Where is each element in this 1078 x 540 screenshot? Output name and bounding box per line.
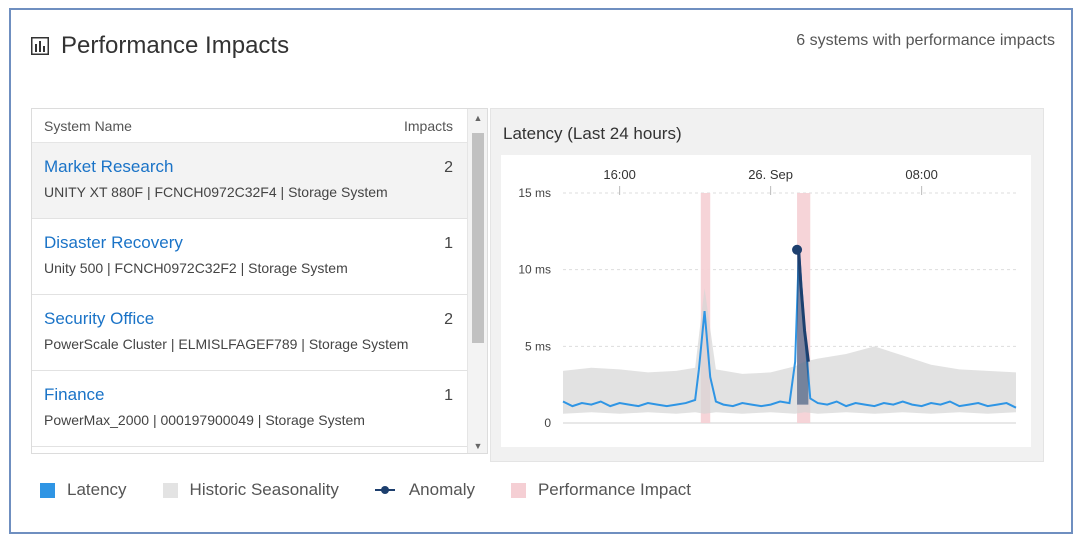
latency-chart-panel: Latency (Last 24 hours) 0 5 ms 10 ms 15 ms 1… [490, 108, 1044, 462]
card-header: Performance Impacts [31, 32, 289, 60]
list-item[interactable]: Finance PowerMax_2000 | 000197900049 | S… [32, 371, 487, 447]
impact-count: 1 [444, 387, 453, 404]
x-tick-label: 08:00 [905, 167, 938, 182]
y-tick-label: 10 ms [518, 263, 551, 277]
x-tick-label: 16:00 [603, 167, 636, 182]
latency-chart[interactable]: 0 5 ms 10 ms 15 ms 16:00 26. Sep 08:00 [501, 155, 1031, 447]
anomaly-marker-icon [374, 483, 395, 497]
impact-count: 1 [444, 235, 453, 252]
legend-label-latency: Latency [67, 480, 127, 499]
system-details: PowerMax_2000 | 000197900049 | Storage S… [44, 412, 365, 428]
legend-seasonality[interactable]: Historic Seasonality [162, 480, 339, 500]
anomaly-point [792, 244, 803, 255]
impact-count: 2 [444, 159, 453, 176]
system-name-link[interactable]: Disaster Recovery [44, 233, 475, 253]
list-scrollbar[interactable]: ▲ ▼ [467, 109, 487, 453]
column-header-impacts[interactable]: Impacts [404, 118, 453, 134]
legend-label-impact: Performance Impact [537, 480, 692, 499]
chart-title: Latency (Last 24 hours) [503, 124, 682, 143]
legend-latency[interactable]: Latency [40, 480, 127, 500]
scroll-down-arrow-icon[interactable]: ▼ [468, 437, 487, 453]
bar-chart-icon [31, 37, 49, 55]
y-tick-label: 15 ms [518, 186, 551, 200]
system-name-link[interactable]: Security Office [44, 309, 475, 329]
legend-anomaly[interactable]: Anomaly [374, 480, 475, 500]
impact-summary: 6 systems with performance impacts [796, 32, 1055, 49]
system-details: Unity 500 | FCNCH0972C32F2 | Storage Sys… [44, 260, 348, 276]
system-name-link[interactable]: Finance [44, 385, 475, 405]
impact-swatch [510, 482, 526, 498]
system-details: UNITY XT 880F | FCNCH0972C32F4 | Storage… [44, 184, 388, 200]
scroll-thumb[interactable] [472, 133, 484, 343]
list-item[interactable]: Security Office PowerScale Cluster | ELM… [32, 295, 487, 371]
system-details: PowerScale Cluster | ELMISLFAGEF789 | St… [44, 336, 409, 352]
scroll-up-arrow-icon[interactable]: ▲ [468, 109, 487, 127]
legend-impact[interactable]: Performance Impact [510, 480, 692, 500]
chart-legend: Latency Historic Seasonality Anomaly Per… [40, 480, 727, 500]
impact-count: 2 [444, 311, 453, 328]
x-tick-label: 26. Sep [748, 167, 793, 182]
legend-label-seasonality: Historic Seasonality [189, 480, 339, 499]
system-name-link[interactable]: Market Research [44, 157, 475, 177]
list-header: System Name Impacts [32, 109, 487, 143]
column-header-system-name[interactable]: System Name [44, 118, 132, 134]
legend-label-anomaly: Anomaly [408, 480, 475, 499]
latency-swatch [40, 482, 55, 498]
systems-list: System Name Impacts Market Research UNIT… [31, 108, 488, 454]
y-tick-label: 0 [544, 416, 551, 430]
list-item[interactable]: Disaster Recovery Unity 500 | FCNCH0972C… [32, 219, 487, 295]
y-tick-label: 5 ms [525, 339, 551, 353]
list-item[interactable]: Market Research UNITY XT 880F | FCNCH097… [32, 143, 487, 219]
page-title: Performance Impacts [61, 32, 290, 59]
seasonality-swatch [162, 482, 178, 498]
